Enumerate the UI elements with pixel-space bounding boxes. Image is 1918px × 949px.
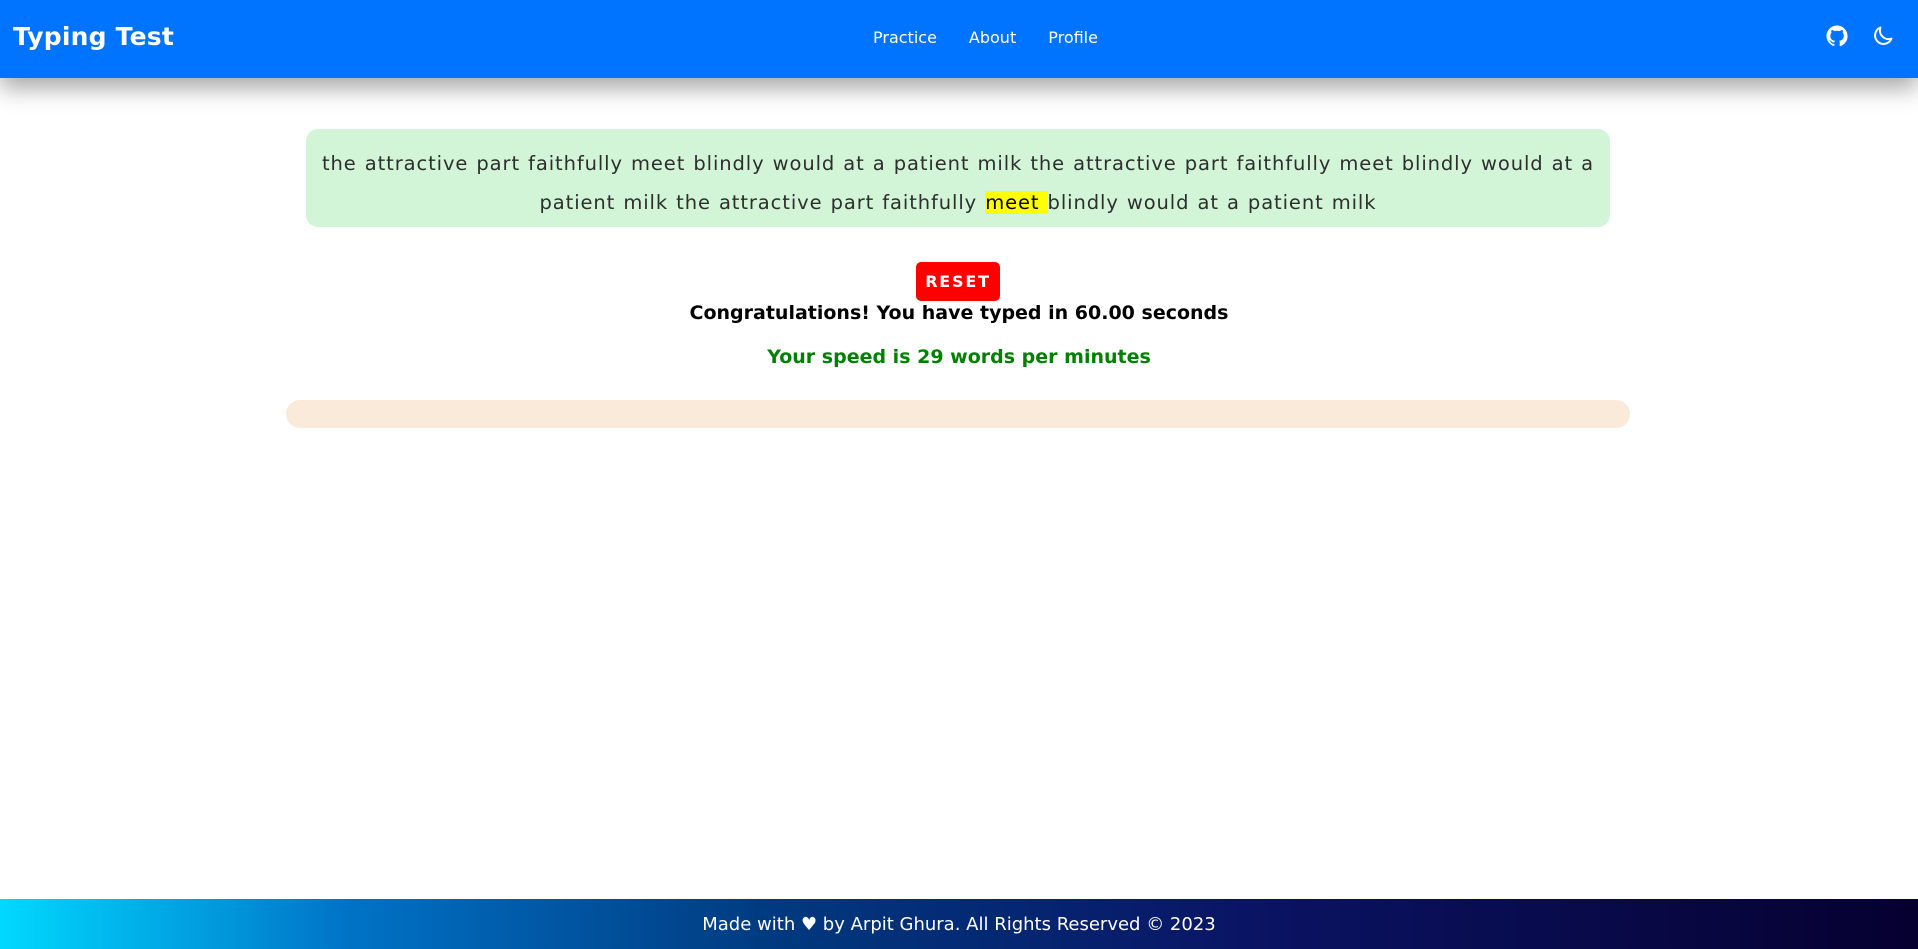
typing-text-box: the attractive part faithfully meet blin…: [306, 129, 1610, 227]
reset-button[interactable]: RESET: [916, 262, 1000, 301]
nav-icons: [1825, 24, 1895, 48]
moon-icon[interactable]: [1871, 24, 1895, 48]
nav-links: Practice About Profile: [873, 28, 1098, 47]
congratulations-message: Congratulations! You have typed in 60.00…: [689, 302, 1229, 324]
current-word: meet: [985, 191, 1048, 214]
github-icon[interactable]: [1825, 24, 1849, 48]
brand-title[interactable]: Typing Test: [13, 22, 174, 51]
footer-text: Made with ♥ by Arpit Ghura. All Rights R…: [702, 913, 1216, 935]
remaining-text: blindly would at a patient milk: [1047, 191, 1377, 214]
typed-text: the attractive part faithfully meet blin…: [321, 152, 1595, 214]
progress-bar: [286, 400, 1630, 428]
nav-link-profile[interactable]: Profile: [1048, 28, 1098, 47]
footer: Made with ♥ by Arpit Ghura. All Rights R…: [0, 899, 1918, 949]
navbar: Typing Test Practice About Profile: [0, 0, 1918, 78]
speed-result: Your speed is 29 words per minutes: [767, 346, 1151, 368]
nav-link-about[interactable]: About: [969, 28, 1016, 47]
nav-link-practice[interactable]: Practice: [873, 28, 937, 47]
